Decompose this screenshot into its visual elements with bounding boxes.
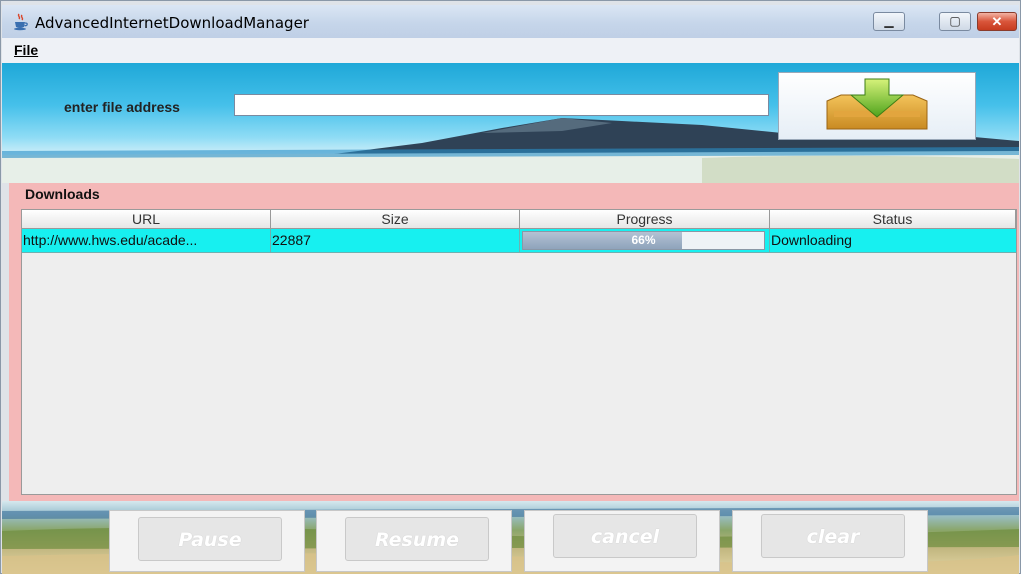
resume-button[interactable]: Resume bbox=[345, 517, 489, 561]
downloads-panel: Downloads URL Size Progress Status http:… bbox=[9, 183, 1019, 501]
table-row[interactable]: http://www.hws.edu/acade... 22887 66% Do… bbox=[22, 229, 1016, 253]
main-window: AdvancedInternetDownloadManager ▁ ▢ ✕ Fi… bbox=[0, 0, 1021, 574]
resume-button-panel: Resume bbox=[316, 510, 512, 572]
progress-bar: 66% bbox=[522, 231, 765, 250]
progress-label: 66% bbox=[631, 233, 656, 247]
menu-bar: File bbox=[2, 38, 1019, 63]
java-cup-icon bbox=[14, 13, 28, 31]
column-header-progress[interactable]: Progress bbox=[520, 210, 770, 229]
clear-button[interactable]: clear bbox=[761, 514, 905, 558]
table-header: URL Size Progress Status bbox=[22, 210, 1016, 229]
minimize-icon: ▁ bbox=[884, 14, 894, 28]
address-banner: enter file address bbox=[2, 63, 1019, 183]
column-header-status[interactable]: Status bbox=[770, 210, 1016, 229]
download-tray-icon bbox=[826, 78, 928, 130]
downloads-title: Downloads bbox=[25, 186, 100, 202]
title-bar[interactable]: AdvancedInternetDownloadManager ▁ ▢ ✕ bbox=[2, 5, 1019, 39]
action-bar: Pause Resume cancel clear bbox=[2, 501, 1019, 574]
cancel-button-panel: cancel bbox=[524, 510, 720, 572]
pause-button[interactable]: Pause bbox=[138, 517, 282, 561]
column-header-url[interactable]: URL bbox=[22, 210, 271, 229]
maximize-button[interactable]: ▢ bbox=[939, 12, 971, 31]
downloads-table[interactable]: URL Size Progress Status http://www.hws.… bbox=[21, 209, 1017, 495]
download-button[interactable] bbox=[778, 72, 976, 140]
cell-status: Downloading bbox=[771, 232, 852, 248]
window-title: AdvancedInternetDownloadManager bbox=[35, 14, 309, 32]
cell-url: http://www.hws.edu/acade... bbox=[22, 229, 271, 252]
close-button[interactable]: ✕ bbox=[977, 12, 1017, 31]
address-input[interactable] bbox=[234, 94, 769, 116]
column-header-size[interactable]: Size bbox=[271, 210, 520, 229]
cell-size: 22887 bbox=[271, 229, 520, 252]
minimize-button[interactable]: ▁ bbox=[873, 12, 905, 31]
clear-button-panel: clear bbox=[732, 510, 928, 572]
pause-button-panel: Pause bbox=[109, 510, 305, 572]
menu-file[interactable]: File bbox=[14, 42, 38, 58]
cancel-button[interactable]: cancel bbox=[553, 514, 697, 558]
cell-progress: 66% bbox=[520, 229, 770, 252]
maximize-icon: ▢ bbox=[949, 14, 961, 28]
close-icon: ✕ bbox=[991, 14, 1003, 29]
address-label: enter file address bbox=[64, 99, 180, 115]
